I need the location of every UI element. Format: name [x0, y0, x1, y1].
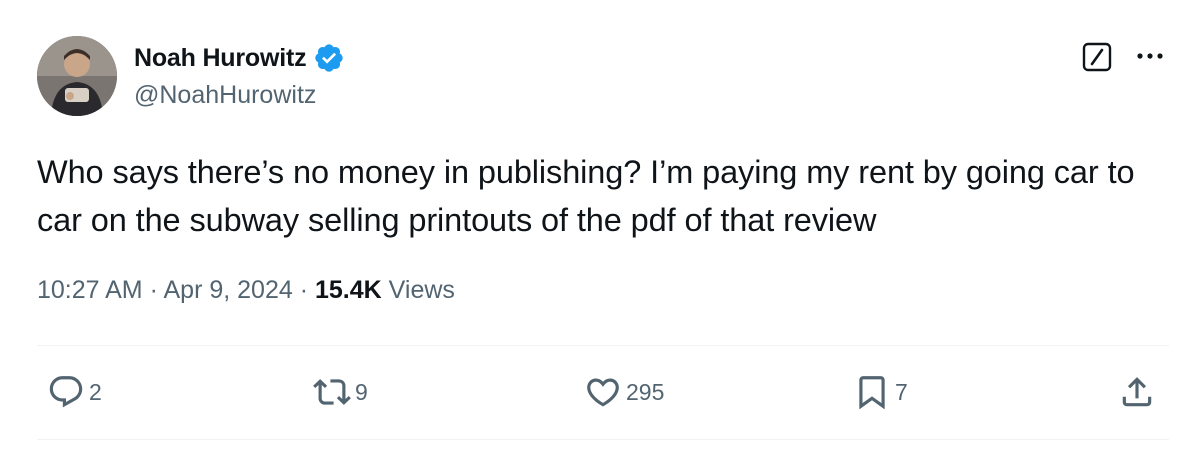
divider-bottom	[37, 439, 1169, 440]
like-icon	[587, 378, 619, 407]
author-name-text[interactable]: Noah Hurowitz	[134, 44, 307, 73]
tweet-meta: 10:27 AM · Apr 9, 2024 · 15.4K Views	[37, 276, 455, 305]
like-button[interactable]: 295	[584, 372, 664, 412]
reply-icon	[49, 376, 83, 408]
share-icon	[1122, 377, 1152, 407]
repost-button[interactable]: 9	[313, 372, 368, 412]
tweet-text: Who says there’s no money in publishing?…	[37, 154, 1135, 238]
like-count: 295	[626, 378, 665, 405]
meta-separator-2: ·	[299, 276, 309, 304]
views-count[interactable]: 15.4K	[315, 276, 382, 304]
tweet-time[interactable]: 10:27 AM	[37, 276, 143, 304]
more-icon[interactable]	[1135, 46, 1165, 66]
divider-top	[37, 345, 1169, 346]
tweet-date[interactable]: Apr 9, 2024	[164, 276, 293, 304]
grok-icon[interactable]	[1082, 42, 1112, 72]
tweet-card: Noah Hurowitz @NoahHurowitz Who says the…	[0, 0, 1194, 464]
reply-button[interactable]: 2	[47, 372, 102, 412]
author-handle[interactable]: @NoahHurowitz	[134, 81, 316, 110]
bookmark-button[interactable]: 7	[853, 372, 908, 412]
avatar[interactable]	[37, 36, 117, 116]
repost-icon	[313, 379, 351, 405]
verified-badge-icon[interactable]	[313, 42, 345, 74]
author-name[interactable]: Noah Hurowitz	[134, 42, 345, 74]
views-label: Views	[388, 276, 455, 304]
share-button[interactable]	[1118, 372, 1156, 412]
bookmark-count: 7	[895, 378, 908, 405]
bookmark-icon	[859, 376, 885, 410]
repost-count: 9	[355, 378, 368, 405]
meta-separator: ·	[149, 276, 158, 304]
reply-count: 2	[89, 378, 102, 405]
